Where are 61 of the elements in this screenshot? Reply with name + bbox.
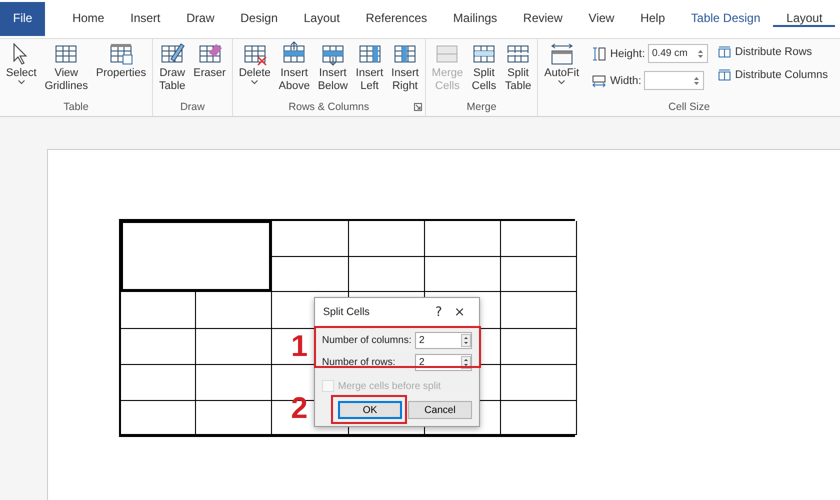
height-icon [591,46,608,62]
group-label: Cell Size [667,101,711,115]
ribbon-tab[interactable]: Table Design [678,11,774,27]
group-label: Draw [179,101,206,115]
ribbon-button[interactable]: Insert Left [354,41,386,93]
checkbox-label: Merge cells before split [338,380,441,392]
height-label: Height: [610,48,645,60]
ribbon-tab[interactable]: Insert [117,11,174,27]
ribbon-button[interactable]: Properties [94,41,148,80]
spinner-icon[interactable] [461,334,471,347]
ribbon-button[interactable]: Select [4,41,39,85]
group-label: Table [62,101,90,115]
ribbon-button[interactable]: Insert Right [389,41,421,93]
ribbon-tab[interactable]: Draw [173,11,228,27]
caret-icon [558,80,566,85]
ribbon-button[interactable]: Split Table [502,41,534,93]
group-label: Merge [466,101,498,115]
table-icon [108,41,134,67]
distribute-icon [718,46,731,58]
caret-icon [18,80,25,85]
width-icon [591,72,608,88]
ribbon-tab[interactable]: Mailings [440,11,510,27]
ribbon-button[interactable]: Insert Below [316,41,350,93]
ribbon-button[interactable]: Delete [236,41,273,85]
ribbon-button[interactable]: Eraser [191,41,228,80]
step-number: 2 [291,394,308,424]
ribbon-tab[interactable]: Layout [290,11,353,27]
spinner-icon[interactable] [697,48,704,60]
width-label: Width: [610,74,642,86]
ribbon-tab[interactable]: File [0,2,46,36]
ribbon-tab[interactable]: Home [59,11,118,27]
ribbon-button[interactable]: Draw Table [157,41,188,93]
ribbon-tab[interactable]: References [352,11,440,27]
spinner-icon[interactable] [693,74,700,86]
dialog-launcher-icon[interactable] [414,103,422,111]
distribute-button[interactable]: Distribute Rows [718,46,828,58]
dialog-button[interactable]: Cancel [408,401,472,419]
help-button[interactable]: ? [429,304,448,320]
ribbon-tab[interactable]: View [576,11,628,27]
step-number: 1 [291,332,308,362]
distribute-button[interactable]: Distribute Columns [718,69,828,81]
ribbon-tab[interactable]: Layout [773,11,836,27]
dialog-button[interactable]: OK [338,401,402,419]
ribbon-tab[interactable]: Review [510,11,576,27]
distribute-icon [718,69,731,81]
ribbon-tab[interactable]: Design [227,11,291,27]
number-field[interactable]: 2 [415,332,472,349]
field-label: Number of rows: [322,357,396,368]
field-label: Number of columns: [322,335,412,346]
group-label: Rows & Columns [288,101,370,115]
autofit-icon [548,41,575,67]
ribbon-button[interactable]: Split Cells [468,41,499,93]
ribbon-button[interactable]: Insert Above [276,41,312,93]
caret-icon [251,80,258,85]
height-field[interactable]: 0.49 cm [648,44,708,63]
width-field[interactable] [644,71,704,90]
autofit-button[interactable]: AutoFit [542,41,582,85]
dialog-title: Split Cells [323,306,371,318]
ribbon-tab[interactable]: Help [627,11,678,27]
ribbon-button[interactable]: View Gridlines [42,41,90,93]
close-button[interactable]: × [448,304,471,320]
